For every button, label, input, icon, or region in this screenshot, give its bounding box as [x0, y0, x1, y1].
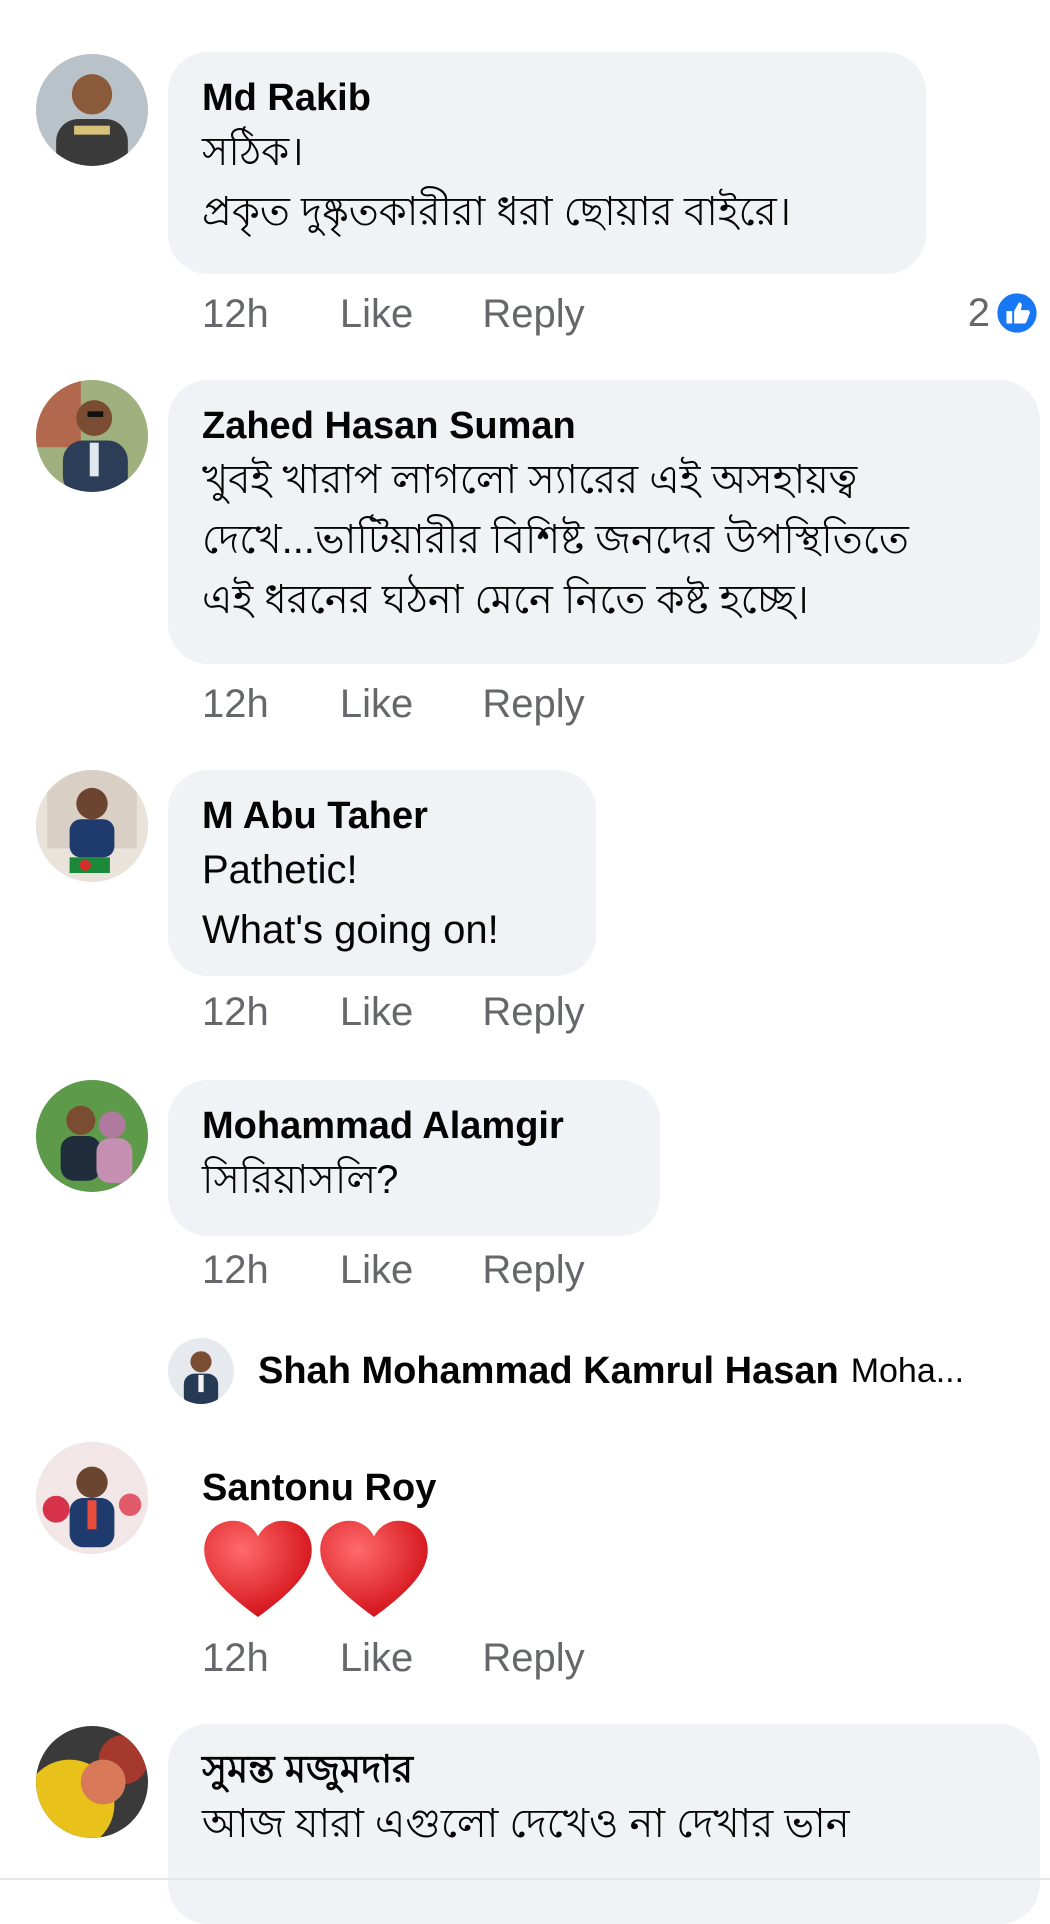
comment-text-line: সিরিয়াসলি? [202, 1158, 399, 1202]
avatar[interactable] [36, 1080, 148, 1192]
reply-button[interactable]: Reply [482, 1248, 584, 1293]
avatar[interactable] [168, 1338, 234, 1404]
like-button[interactable]: Like [340, 292, 413, 337]
reply-button[interactable]: Reply [482, 682, 584, 727]
like-button[interactable]: Like [340, 682, 413, 727]
comment-bubble: Mohammad Alamgir সিরিয়াসলি? [168, 1080, 660, 1236]
avatar[interactable] [36, 380, 148, 492]
comment-text-line: আজ যারা এগুলো দেখেও না দেখার ভান [202, 1802, 850, 1846]
reply-preview-text: Moha... [850, 1351, 965, 1390]
comment-bubble: Zahed Hasan Suman খুবই খারাপ লাগলো স্যার… [168, 380, 1040, 664]
comment-time[interactable]: 12h [202, 990, 269, 1035]
comment-bubble: M Abu Taher Pathetic! What's going on! [168, 770, 596, 976]
heart-emoji-icon [320, 1520, 428, 1618]
commenter-name[interactable]: Md Rakib [202, 74, 890, 122]
comment-text-line: এই ধরনের ঘঠনা মেনে নিতে কষ্ট হচ্ছে। [202, 578, 809, 622]
avatar[interactable] [36, 1442, 148, 1554]
commenter-name[interactable]: সুমন্ত মজুমদার [202, 1746, 1004, 1794]
comment-text-line: প্রকৃত দুষ্কৃতকারীরা ধরা ছোয়ার বাইরে। [202, 190, 792, 234]
reply-button[interactable]: Reply [482, 1636, 584, 1681]
like-button[interactable]: Like [340, 1248, 413, 1293]
comment-actions: 12h Like Reply [202, 1636, 643, 1681]
comment-text-line: সঠিক। [202, 130, 304, 174]
reaction-count: 2 [967, 290, 990, 335]
comment-bubble: সুমন্ত মজুমদার আজ যারা এগুলো দেখেও না দে… [168, 1724, 1040, 1924]
commenter-name[interactable]: Mohammad Alamgir [202, 1102, 624, 1150]
comment-actions: 12h Like Reply [202, 1248, 643, 1293]
commenter-name[interactable]: Zahed Hasan Suman [202, 402, 1004, 450]
commenter-name[interactable]: Santonu Roy [202, 1464, 532, 1512]
reply-author-name[interactable]: Shah Mohammad Kamrul Hasan [258, 1350, 839, 1393]
comment-time[interactable]: 12h [202, 1636, 269, 1681]
comment-text-line: খুবই খারাপ লাগলো স্যারের এই অসহায়ত্ব [202, 458, 858, 502]
comment-bubble: Md Rakib সঠিক। প্রকৃত দুষ্কৃতকারীরা ধরা … [168, 52, 926, 274]
like-button[interactable]: Like [340, 1636, 413, 1681]
comment-time[interactable]: 12h [202, 682, 269, 727]
commenter-name[interactable]: M Abu Taher [202, 792, 560, 840]
avatar[interactable] [36, 770, 148, 882]
avatar[interactable] [36, 1726, 148, 1838]
avatar[interactable] [36, 54, 148, 166]
emoji-content [202, 1518, 532, 1622]
like-button[interactable]: Like [340, 990, 413, 1035]
reply-preview[interactable]: Shah Mohammad Kamrul Hasan Moha... [168, 1338, 964, 1404]
comment-text-line: Pathetic! [202, 848, 358, 892]
comment-body: Santonu Roy [168, 1442, 568, 1622]
reply-button[interactable]: Reply [482, 990, 584, 1035]
divider [0, 1878, 1050, 1880]
comment-time[interactable]: 12h [202, 1248, 269, 1293]
comment-text-line: What's going on! [202, 908, 499, 952]
comment-actions: 12h Like Reply [202, 682, 643, 727]
comment-actions: 12h Like Reply [202, 292, 643, 337]
comment-text-line: দেখে...ভাটিয়ারীর বিশিষ্ট জনদের উপস্থিতি… [202, 518, 909, 562]
reply-button[interactable]: Reply [482, 292, 584, 337]
comment-time[interactable]: 12h [202, 292, 269, 337]
reaction-summary[interactable]: 2 [968, 290, 1040, 336]
like-reaction-icon [994, 290, 1040, 336]
heart-emoji-icon [204, 1520, 312, 1618]
comment-actions: 12h Like Reply [202, 990, 643, 1035]
